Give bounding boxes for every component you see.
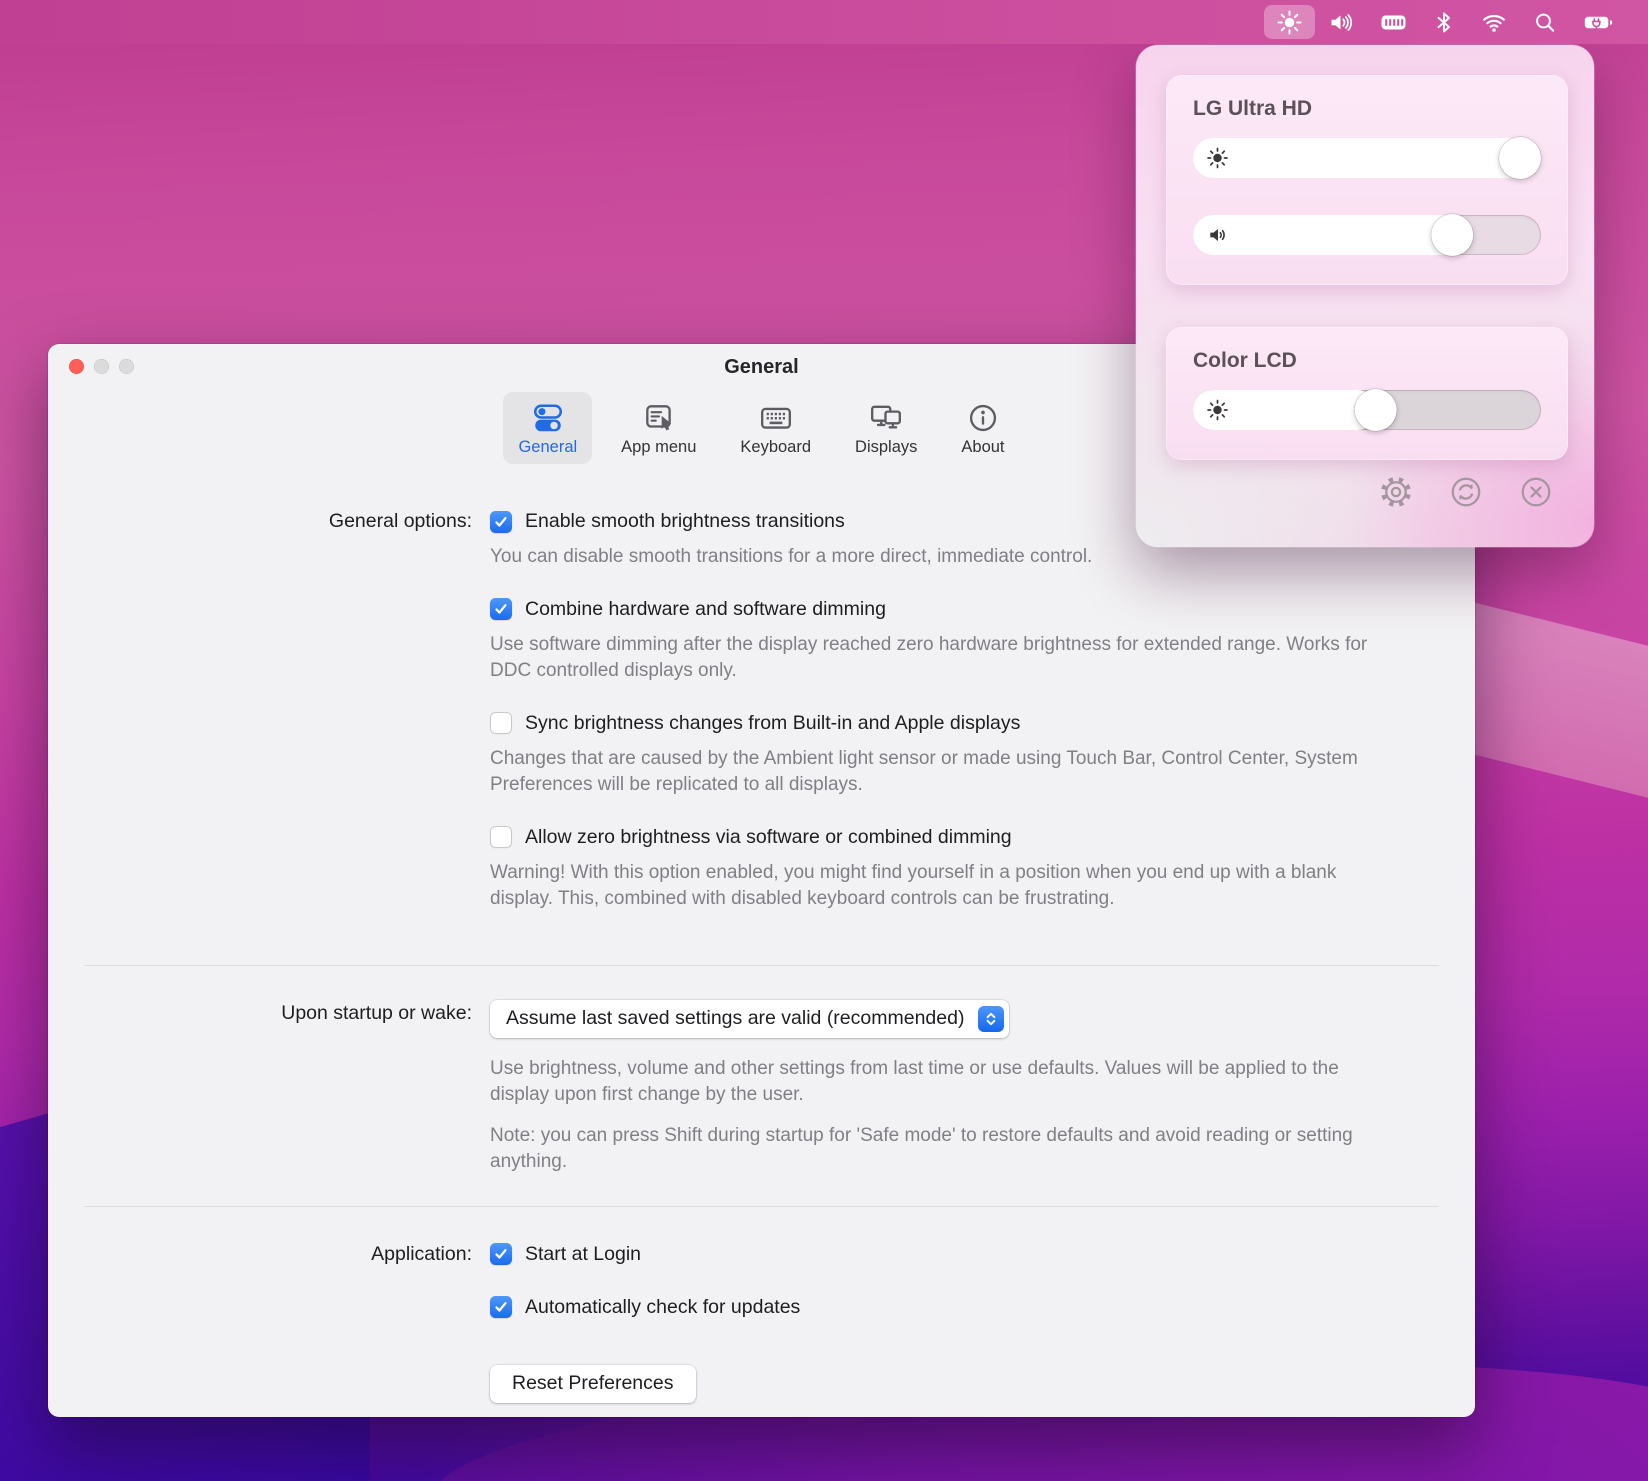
option-group: Combine hardware and software dimming Us… [490, 596, 1475, 685]
checkbox-start-at-login[interactable] [490, 1243, 512, 1265]
tab-label: Displays [855, 438, 917, 457]
option-description: You can disable smooth transitions for a… [490, 544, 1370, 571]
tab-label: About [961, 438, 1004, 457]
refresh-icon [1448, 474, 1484, 513]
display-name: LG Ultra HD [1193, 97, 1541, 121]
option-group: Allow zero brightness via software or co… [490, 824, 1475, 913]
chevron-up-down-icon [978, 1006, 1004, 1032]
menubar-bluetooth-item[interactable] [1420, 5, 1468, 39]
wifi-icon [1481, 10, 1507, 35]
checkbox-sync-brightness[interactable] [490, 712, 512, 734]
brightness-slider[interactable] [1193, 138, 1541, 178]
startup-note: Note: you can press Shift during startup… [490, 1123, 1370, 1176]
checkbox-label: Start at Login [525, 1241, 641, 1268]
settings-button[interactable] [1378, 474, 1414, 513]
keyboard-icon [758, 401, 794, 435]
battery-charging-icon [1583, 10, 1613, 35]
speaker-icon [1206, 224, 1229, 247]
slider-knob[interactable] [1355, 389, 1397, 431]
displays-icon [868, 401, 904, 435]
menu-bar [0, 0, 1648, 44]
startup-description: Use brightness, volume and other setting… [490, 1056, 1370, 1109]
menubar-brightness-item[interactable] [1264, 5, 1315, 39]
checkbox-auto-update[interactable] [490, 1296, 512, 1318]
menubar-display-levels-item[interactable] [1367, 5, 1420, 39]
checkbox-row: Start at Login [490, 1241, 1475, 1268]
application-label: Application: [48, 1241, 490, 1403]
section-divider [84, 1206, 1439, 1207]
slider-fill [1193, 138, 1541, 178]
menubar-volume-item[interactable] [1315, 5, 1367, 39]
display-card-lg-ultra-hd: LG Ultra HD [1166, 75, 1568, 285]
checkbox-label: Allow zero brightness via software or co… [525, 824, 1012, 851]
tab-displays[interactable]: Displays [840, 392, 932, 464]
tab-about[interactable]: About [946, 392, 1019, 464]
info-icon [965, 401, 1001, 435]
checkbox-label: Sync brightness changes from Built-in an… [525, 710, 1020, 737]
slider-knob[interactable] [1499, 137, 1541, 179]
close-circle-icon [1518, 474, 1554, 513]
tab-label: General [518, 438, 577, 457]
general-options-section: General options: Enable smooth brightnes… [48, 508, 1475, 913]
display-card-color-lcd: Color LCD [1166, 327, 1568, 460]
tab-app-menu[interactable]: App menu [606, 392, 711, 464]
search-icon [1533, 10, 1557, 35]
popover-footer [1166, 474, 1568, 513]
brightness-slider[interactable] [1193, 390, 1541, 430]
option-description: Use software dimming after the display r… [490, 632, 1370, 685]
checkbox-row: Automatically check for updates [490, 1294, 1475, 1321]
checkbox-label: Enable smooth brightness transitions [525, 508, 845, 535]
option-description: Changes that are caused by the Ambient l… [490, 746, 1370, 799]
section-divider [84, 965, 1439, 966]
general-options-label: General options: [48, 508, 490, 913]
sun-icon [1206, 147, 1229, 170]
startup-section: Upon startup or wake: Assume last saved … [48, 1000, 1475, 1176]
general-pane: General options: Enable smooth brightnes… [48, 464, 1475, 1403]
close-popover-button[interactable] [1518, 474, 1554, 513]
tab-keyboard[interactable]: Keyboard [725, 392, 826, 464]
checkbox-combine-dimming[interactable] [490, 598, 512, 620]
tab-label: Keyboard [740, 438, 811, 457]
checkbox-label: Combine hardware and software dimming [525, 596, 886, 623]
menubar-spotlight-item[interactable] [1520, 5, 1570, 39]
option-group: Sync brightness changes from Built-in an… [490, 710, 1475, 799]
checkbox-row: Sync brightness changes from Built-in an… [490, 710, 1475, 737]
bluetooth-icon [1433, 10, 1455, 35]
checkbox-allow-zero-brightness[interactable] [490, 826, 512, 848]
option-description: Warning! With this option enabled, you m… [490, 860, 1370, 913]
checkbox-label: Automatically check for updates [525, 1294, 800, 1321]
application-section: Application: Start at Login Automaticall… [48, 1241, 1475, 1403]
sun-icon [1277, 10, 1302, 35]
volume-slider[interactable] [1193, 215, 1541, 255]
speaker-icon [1328, 10, 1354, 35]
sun-icon [1206, 399, 1229, 422]
display-name: Color LCD [1193, 349, 1541, 373]
toggles-icon [530, 401, 566, 435]
displays-popover: LG Ultra HD [1136, 45, 1594, 547]
slider-knob[interactable] [1432, 214, 1474, 256]
reset-preferences-button[interactable]: Reset Preferences [490, 1365, 696, 1403]
tab-label: App menu [621, 438, 696, 457]
checkbox-row: Allow zero brightness via software or co… [490, 824, 1475, 851]
gear-icon [1378, 474, 1414, 513]
startup-label: Upon startup or wake: [48, 1000, 490, 1176]
checkbox-enable-smooth-transitions[interactable] [490, 511, 512, 533]
startup-mode-dropdown[interactable]: Assume last saved settings are valid (re… [490, 1000, 1009, 1038]
level-segments-icon [1380, 10, 1407, 35]
slider-fill [1193, 215, 1464, 255]
checkbox-row: Combine hardware and software dimming [490, 596, 1475, 623]
refresh-button[interactable] [1448, 474, 1484, 513]
menubar-wifi-item[interactable] [1468, 5, 1520, 39]
menubar-battery-item[interactable] [1570, 5, 1626, 39]
app-menu-icon [641, 401, 677, 435]
tab-general[interactable]: General [503, 392, 592, 464]
dropdown-value: Assume last saved settings are valid (re… [506, 1007, 964, 1030]
